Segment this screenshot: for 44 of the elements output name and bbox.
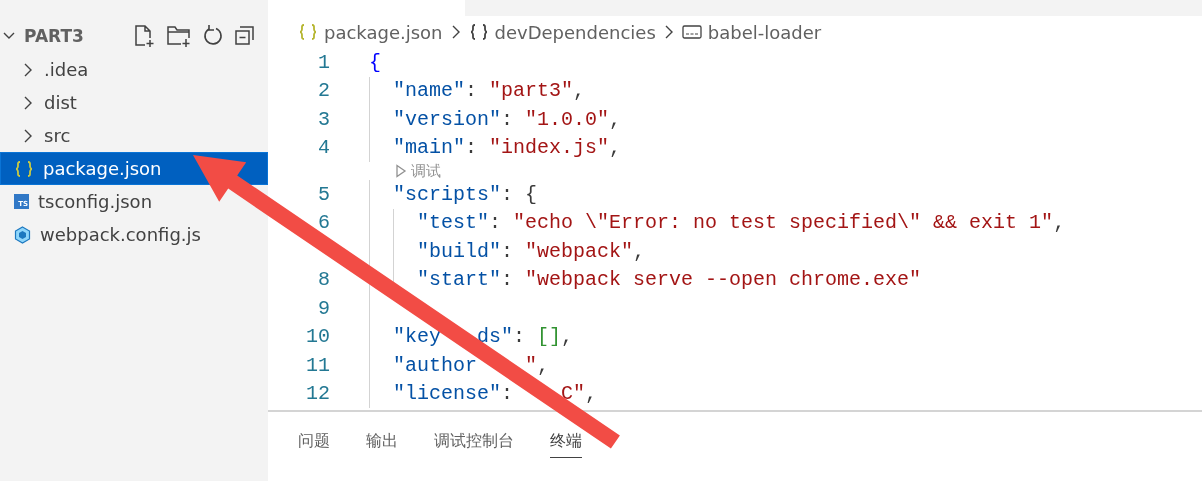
cube-icon [14,225,31,244]
file-tree-item[interactable]: src [0,119,78,152]
line-number: 10 [305,325,331,349]
code-line: "author ", [393,353,550,377]
code-line: "license": C", [393,382,598,406]
panel-tab[interactable]: 终端 [550,429,582,458]
file-tree-item[interactable]: .idea [0,53,96,86]
code-line: { [369,50,381,74]
panel-tab[interactable]: 问题 [298,429,330,458]
new-file-icon[interactable] [132,24,156,48]
breadcrumb-item[interactable]: devDependencies [494,21,656,43]
breadcrumb-item[interactable]: babel-loader [707,21,822,43]
code-line: "test": "echo \"Error: no test specified\" && exit 1", [417,211,1066,235]
line-number: 9 [317,296,331,320]
braces-icon [298,23,318,41]
file-tree-item[interactable]: dist [0,86,84,119]
line-number: 1 [317,50,331,74]
line-number: 12 [305,382,331,406]
panel-tab[interactable]: 调试控制台 [434,429,514,458]
play-icon [395,164,407,178]
line-number: 3 [317,107,331,131]
collapse-all-icon[interactable] [234,24,256,48]
panel-tab[interactable]: 输出 [366,429,398,458]
line-number: 5 [317,182,331,206]
new-folder-icon[interactable] [166,24,192,48]
folder-title: PART3 [24,26,85,46]
line-number: 11 [305,353,331,377]
line-number: 2 [317,79,331,103]
braces-icon [14,159,34,178]
code-line: "version": "1.0.0", [393,107,622,131]
breadcrumb-item[interactable]: package.json [324,21,443,43]
line-number: 8 [317,268,331,292]
line-number: 4 [317,136,331,160]
braces-icon [468,23,489,41]
string-icon [681,24,702,40]
code-line: "key ds": [], [393,325,574,349]
code-line: "name": "part3", [393,79,586,103]
code-line: "start": "webpack serve --open chrome.exe" [417,268,922,292]
code-line: "build": "webpack", [417,239,646,263]
refresh-icon[interactable] [202,24,224,48]
file-tree-item[interactable]: webpack.config.js [0,218,208,251]
code-line: "main": "index.js", [393,136,622,160]
line-number: 6 [317,211,331,235]
code-line: "scripts": { [393,182,538,206]
